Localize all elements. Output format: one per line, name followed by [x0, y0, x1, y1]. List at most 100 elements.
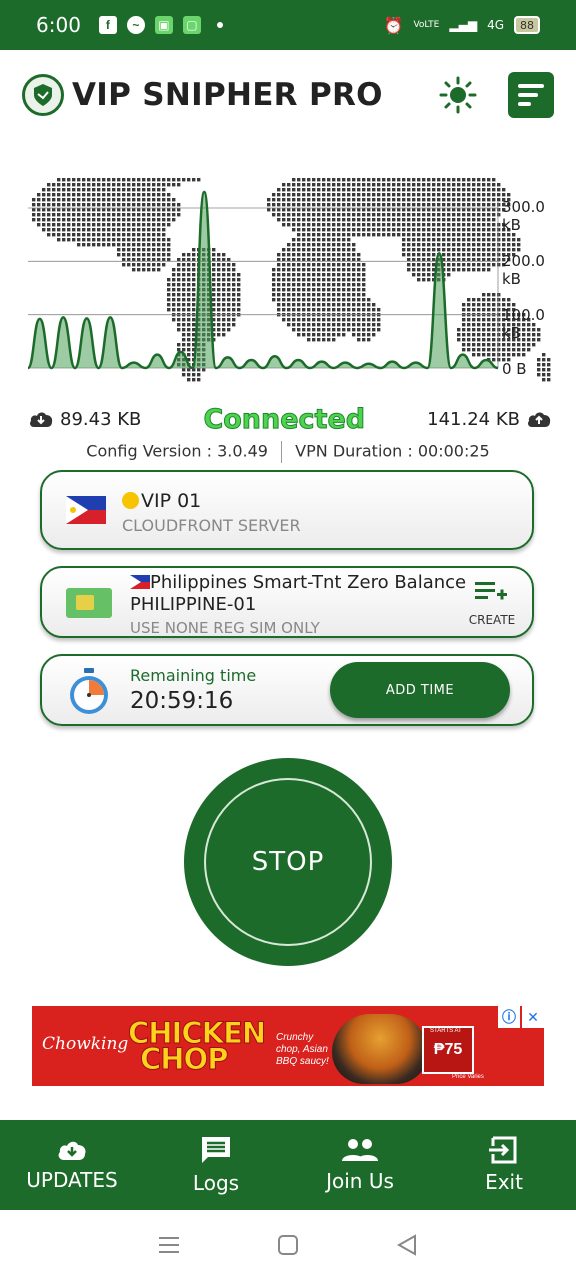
- map-dot: [287, 263, 291, 267]
- map-dot: [312, 233, 316, 237]
- map-dot: [297, 223, 301, 227]
- map-dot: [127, 238, 131, 242]
- map-dot: [187, 308, 191, 312]
- map-dot: [482, 248, 486, 252]
- map-dot: [277, 258, 281, 262]
- map-dot: [152, 193, 156, 197]
- map-dot: [352, 253, 356, 257]
- map-dot: [132, 223, 136, 227]
- map-dot: [287, 213, 291, 217]
- philippines-flag-icon: [66, 496, 106, 524]
- map-dot: [302, 203, 306, 207]
- menu-button[interactable]: [508, 72, 554, 118]
- map-dot: [172, 278, 176, 282]
- map-dot: [172, 213, 176, 217]
- map-dot: [507, 298, 511, 302]
- map-dot: [342, 223, 346, 227]
- map-dot: [82, 243, 86, 247]
- map-dot: [232, 293, 236, 297]
- map-dot: [482, 213, 486, 217]
- map-dot: [477, 218, 481, 222]
- map-dot: [487, 323, 491, 327]
- map-dot: [292, 293, 296, 297]
- map-dot: [167, 198, 171, 202]
- map-dot: [177, 273, 181, 277]
- map-dot: [542, 378, 546, 382]
- nav-updates[interactable]: UPDATES: [0, 1120, 144, 1210]
- map-dot: [217, 283, 221, 287]
- map-dot: [462, 328, 466, 332]
- map-dot: [297, 238, 301, 242]
- map-dot: [107, 188, 111, 192]
- map-dot: [362, 278, 366, 282]
- map-dot: [187, 283, 191, 287]
- map-dot: [382, 233, 386, 237]
- map-dot: [467, 348, 471, 352]
- map-dot: [357, 208, 361, 212]
- map-dot: [512, 243, 516, 247]
- stop-button[interactable]: STOP: [184, 758, 392, 966]
- map-dot: [317, 213, 321, 217]
- ad-info-icon[interactable]: ⓘ: [498, 1006, 520, 1028]
- network-select-card[interactable]: Philippines Smart-Tnt Zero Balance PHILI…: [40, 566, 534, 638]
- map-dot: [462, 218, 466, 222]
- map-dot: [492, 318, 496, 322]
- map-dot: [457, 178, 461, 182]
- back-icon[interactable]: [396, 1234, 418, 1256]
- nav-join-us[interactable]: Join Us: [288, 1120, 432, 1210]
- map-dot: [302, 288, 306, 292]
- map-dot: [362, 293, 366, 297]
- map-dot: [122, 208, 126, 212]
- map-dot: [277, 208, 281, 212]
- add-time-button[interactable]: ADD TIME: [330, 662, 510, 718]
- server-select-card[interactable]: VIP 01 CLOUDFRONT SERVER: [40, 470, 534, 550]
- map-dot: [457, 243, 461, 247]
- map-dot: [497, 293, 501, 297]
- home-icon[interactable]: [277, 1234, 299, 1256]
- map-dot: [182, 258, 186, 262]
- map-dot: [282, 293, 286, 297]
- map-dot: [377, 318, 381, 322]
- map-dot: [297, 278, 301, 282]
- map-dot: [52, 213, 56, 217]
- map-dot: [422, 218, 426, 222]
- map-dot: [367, 308, 371, 312]
- map-dot: [237, 298, 241, 302]
- map-dot: [297, 183, 301, 187]
- menu-icon-line: [518, 93, 538, 97]
- map-dot: [447, 213, 451, 217]
- nav-exit[interactable]: Exit: [432, 1120, 576, 1210]
- map-dot: [167, 293, 171, 297]
- map-dot: [367, 193, 371, 197]
- map-dot: [462, 308, 466, 312]
- map-dot: [187, 293, 191, 297]
- exit-icon: [489, 1136, 517, 1164]
- map-dot: [147, 243, 151, 247]
- map-dot: [407, 228, 411, 232]
- map-dot: [492, 233, 496, 237]
- map-dot: [282, 193, 286, 197]
- map-dot: [382, 188, 386, 192]
- map-dot: [322, 293, 326, 297]
- map-dot: [502, 353, 506, 357]
- ad-banner[interactable]: Chowking CHICKEN CHOP Crunchy chop, Asia…: [32, 1006, 544, 1086]
- map-dot: [177, 208, 181, 212]
- map-dot: [457, 193, 461, 197]
- theme-toggle-button[interactable]: [436, 73, 480, 117]
- map-dot: [72, 193, 76, 197]
- vip-coin-icon: [122, 492, 139, 509]
- ad-close-icon[interactable]: ✕: [522, 1006, 544, 1028]
- map-dot: [362, 193, 366, 197]
- recents-icon[interactable]: [158, 1234, 180, 1256]
- map-dot: [377, 233, 381, 237]
- map-dot: [317, 263, 321, 267]
- map-dot: [212, 283, 216, 287]
- create-button[interactable]: CREATE: [464, 580, 520, 627]
- map-dot: [147, 268, 151, 272]
- map-dot: [217, 288, 221, 292]
- map-dot: [282, 203, 286, 207]
- map-dot: [467, 258, 471, 262]
- map-dot: [227, 273, 231, 277]
- nav-logs[interactable]: Logs: [144, 1120, 288, 1210]
- map-dot: [352, 263, 356, 267]
